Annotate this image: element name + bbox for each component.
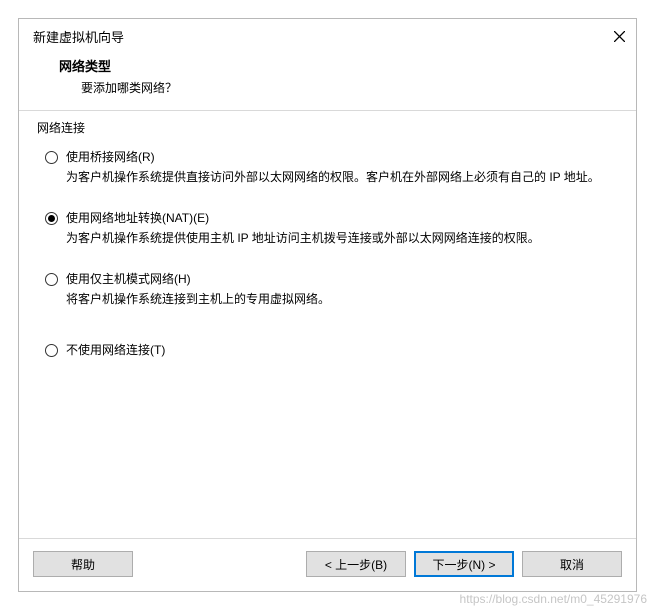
dialog-title: 新建虚拟机向导 xyxy=(33,27,124,46)
help-button[interactable]: 帮助 xyxy=(33,551,133,577)
cancel-button[interactable]: 取消 xyxy=(522,551,622,577)
option-desc: 将客户机操作系统连接到主机上的专用虚拟网络。 xyxy=(66,290,618,309)
option-hostonly[interactable]: 使用仅主机模式网络(H) 将客户机操作系统连接到主机上的专用虚拟网络。 xyxy=(45,270,618,309)
option-label: 使用桥接网络(R) xyxy=(66,148,618,166)
wizard-dialog: 新建虚拟机向导 网络类型 要添加哪类网络？ 网络连接 使用桥接网络(R) 为客户… xyxy=(18,18,637,592)
option-bridged[interactable]: 使用桥接网络(R) 为客户机操作系统提供直接访问外部以太网网络的权限。客户机在外… xyxy=(45,148,618,187)
header-subtitle: 要添加哪类网络？ xyxy=(59,79,622,96)
radio-icon xyxy=(45,151,58,164)
titlebar: 新建虚拟机向导 xyxy=(19,19,636,52)
option-label: 不使用网络连接(T) xyxy=(66,341,618,359)
header-block: 网络类型 要添加哪类网络？ xyxy=(19,52,636,110)
back-button[interactable]: < 上一步(B) xyxy=(306,551,406,577)
option-nat[interactable]: 使用网络地址转换(NAT)(E) 为客户机操作系统提供使用主机 IP 地址访问主… xyxy=(45,209,618,248)
option-label: 使用网络地址转换(NAT)(E) xyxy=(66,209,618,227)
radio-icon xyxy=(45,344,58,357)
next-button[interactable]: 下一步(N) > xyxy=(414,551,514,577)
option-body: 使用仅主机模式网络(H) 将客户机操作系统连接到主机上的专用虚拟网络。 xyxy=(66,270,618,309)
radio-icon xyxy=(45,212,58,225)
option-body: 使用网络地址转换(NAT)(E) 为客户机操作系统提供使用主机 IP 地址访问主… xyxy=(66,209,618,248)
header-title: 网络类型 xyxy=(59,56,622,75)
watermark: https://blog.csdn.net/m0_45291976 xyxy=(460,592,647,606)
option-body: 不使用网络连接(T) xyxy=(66,341,618,359)
footer: 帮助 < 上一步(B) 下一步(N) > 取消 xyxy=(19,539,636,591)
radio-icon xyxy=(45,273,58,286)
option-label: 使用仅主机模式网络(H) xyxy=(66,270,618,288)
option-none[interactable]: 不使用网络连接(T) xyxy=(45,341,618,359)
group-label: 网络连接 xyxy=(37,119,618,136)
option-desc: 为客户机操作系统提供直接访问外部以太网网络的权限。客户机在外部网络上必须有自己的… xyxy=(66,168,618,187)
close-icon[interactable] xyxy=(612,30,626,44)
option-body: 使用桥接网络(R) 为客户机操作系统提供直接访问外部以太网网络的权限。客户机在外… xyxy=(66,148,618,187)
option-desc: 为客户机操作系统提供使用主机 IP 地址访问主机拨号连接或外部以太网网络连接的权… xyxy=(66,229,618,248)
content-area: 网络连接 使用桥接网络(R) 为客户机操作系统提供直接访问外部以太网网络的权限。… xyxy=(19,111,636,538)
